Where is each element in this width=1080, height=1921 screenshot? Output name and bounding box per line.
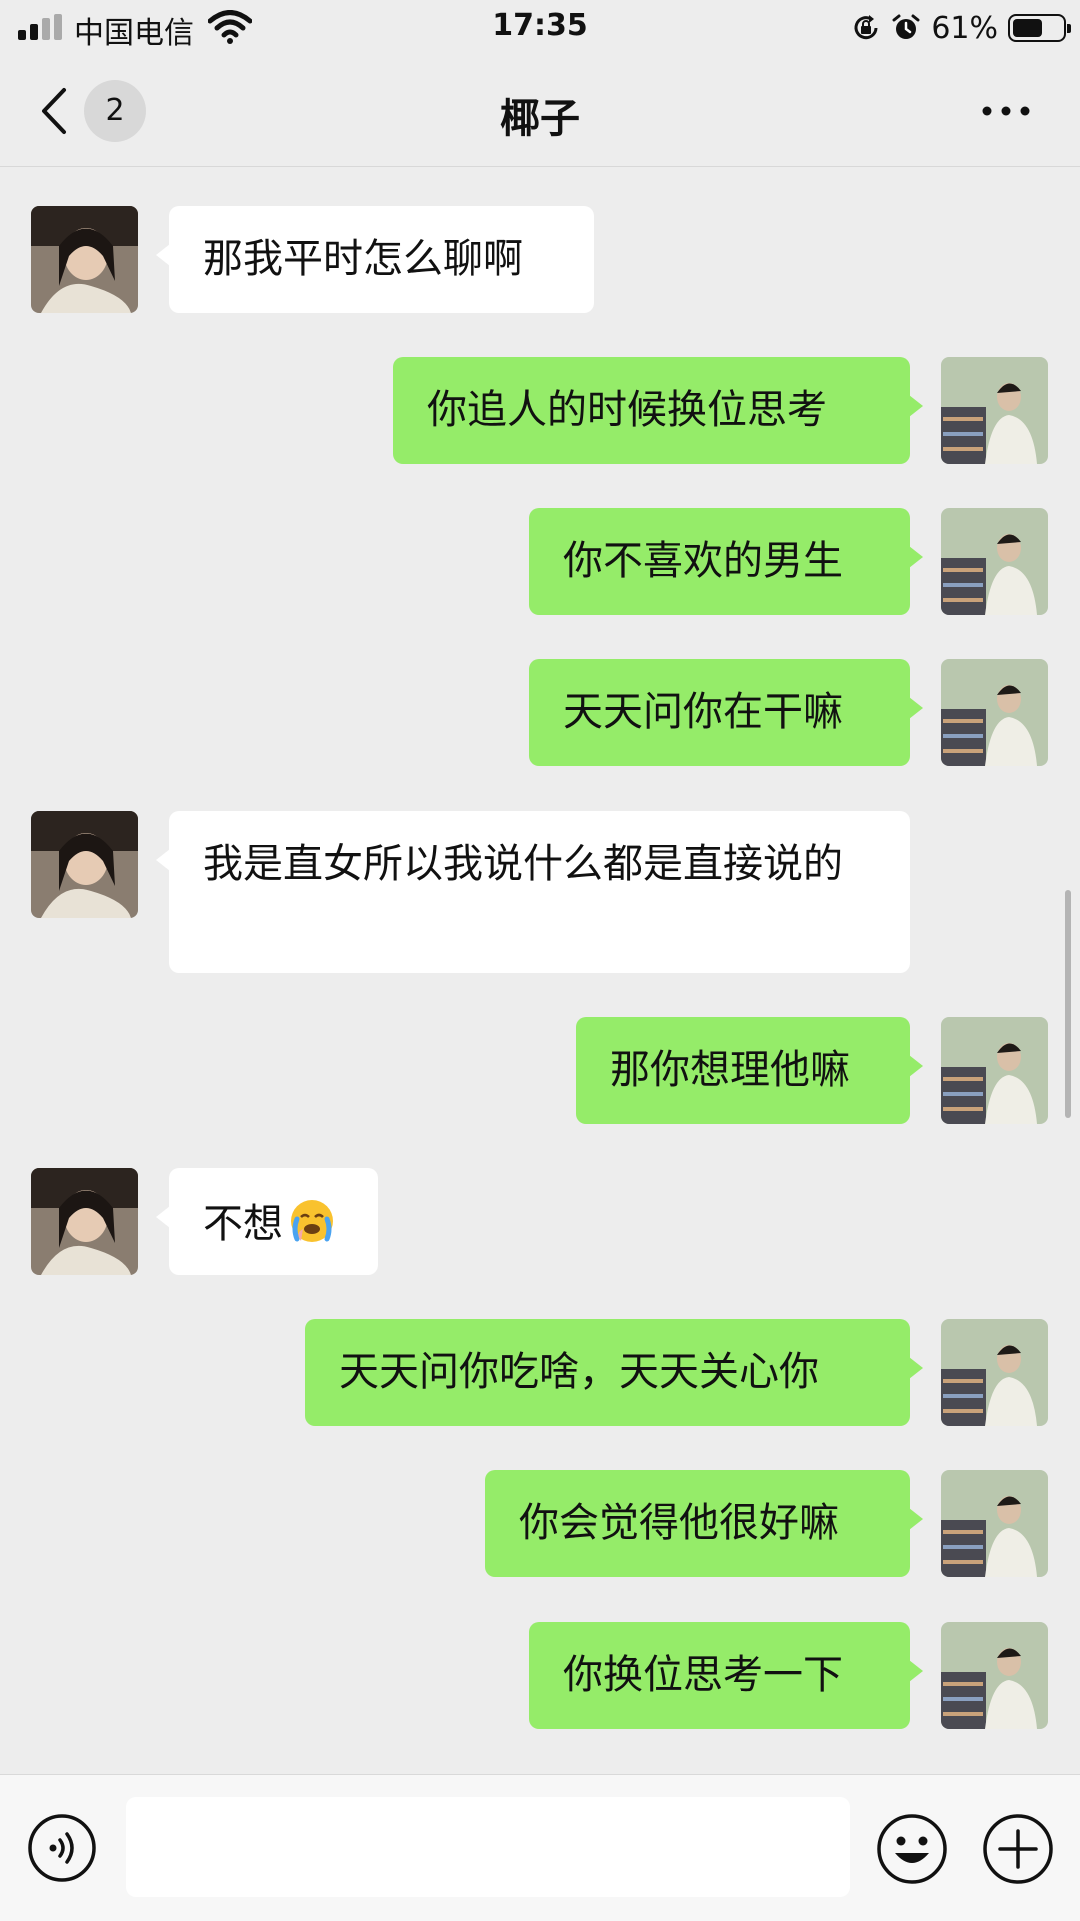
message-bubble[interactable]: 那你想理他嘛: [576, 1017, 923, 1124]
message-bubble[interactable]: 你会觉得他很好嘛: [485, 1470, 923, 1577]
self-avatar[interactable]: [941, 1017, 1048, 1124]
more-dots-icon[interactable]: [980, 104, 1032, 118]
message-bubble[interactable]: 你换位思考一下: [529, 1622, 923, 1729]
self-avatar[interactable]: [941, 357, 1048, 464]
message-input[interactable]: [126, 1797, 850, 1897]
self-avatar[interactable]: [941, 1470, 1048, 1577]
message-bubble[interactable]: 天天问你吃啥，天天关心你: [305, 1319, 923, 1426]
battery-icon: [1008, 14, 1071, 42]
message-bubble[interactable]: 我是直女所以我说什么都是直接说的: [156, 811, 910, 973]
battery-percent: 61%: [931, 10, 998, 46]
battery-level-fill: [1013, 19, 1042, 37]
scrollbar[interactable]: [1065, 890, 1071, 1118]
message-list[interactable]: 那我平时怎么聊啊 你追人的时候换位思考 你不喜欢的男生 天天问你在干嘛 我是直女…: [0, 167, 1080, 1773]
alarm-icon: [892, 14, 920, 39]
orientation-lock-icon: [854, 15, 878, 40]
self-avatar[interactable]: [941, 508, 1048, 615]
self-avatar[interactable]: [941, 1319, 1048, 1426]
self-avatar[interactable]: [941, 1622, 1048, 1729]
voice-icon[interactable]: [27, 1813, 97, 1883]
crying-face-emoji: [291, 1200, 333, 1242]
status-bar: 中国电信 17:35 61%: [0, 0, 1080, 56]
contact-avatar[interactable]: [31, 206, 138, 313]
self-avatar[interactable]: [941, 659, 1048, 766]
plus-icon[interactable]: [982, 1813, 1054, 1885]
emoji-icon[interactable]: [876, 1813, 948, 1885]
contact-avatar[interactable]: [31, 811, 138, 918]
message-bubble[interactable]: 不想: [156, 1168, 378, 1275]
chat-title: 椰子: [500, 96, 580, 142]
input-bar: [0, 1774, 1080, 1921]
message-bubble[interactable]: 你追人的时候换位思考: [393, 357, 923, 464]
contact-avatar[interactable]: [31, 1168, 138, 1275]
message-text: 不想: [203, 1201, 283, 1247]
message-bubble[interactable]: 那我平时怎么聊啊: [156, 206, 594, 313]
message-bubble[interactable]: 天天问你在干嘛: [529, 659, 923, 766]
message-bubble[interactable]: 你不喜欢的男生: [529, 508, 923, 615]
nav-bar: 2 椰子: [0, 56, 1080, 167]
